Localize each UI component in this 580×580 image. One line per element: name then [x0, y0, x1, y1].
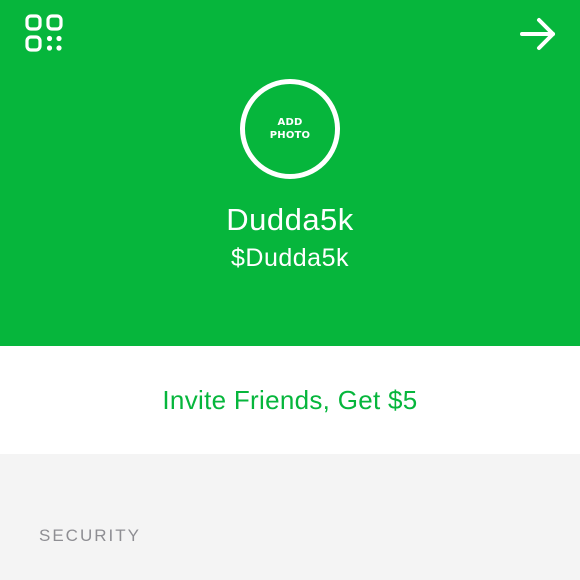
forward-button[interactable]: [520, 16, 558, 52]
display-name: Dudda5k: [226, 202, 354, 237]
profile-header: ADD PHOTO Dudda5k $Dudda5k: [0, 0, 580, 346]
invite-friends-button[interactable]: Invite Friends, Get $5: [0, 346, 580, 454]
qr-code-icon: [25, 14, 63, 52]
add-photo-button[interactable]: ADD PHOTO: [240, 79, 340, 179]
invite-friends-label: Invite Friends, Get $5: [162, 384, 418, 415]
cashtag: $Dudda5k: [231, 244, 349, 272]
arrow-right-icon: [520, 18, 555, 50]
profile-screen: ADD PHOTO Dudda5k $Dudda5k Invite Friend…: [0, 0, 580, 580]
qr-code-button[interactable]: [24, 13, 64, 53]
add-photo-label: ADD PHOTO: [269, 117, 311, 141]
security-section-title: SECURITY: [39, 526, 141, 545]
